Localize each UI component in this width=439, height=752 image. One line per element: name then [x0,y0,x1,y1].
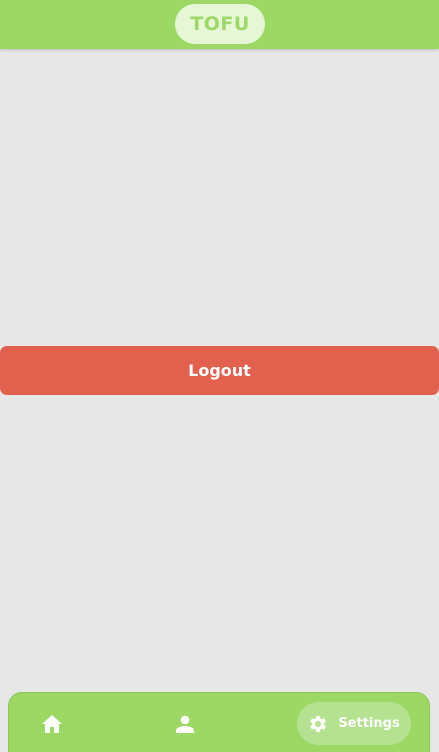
gear-icon [308,714,328,734]
nav-item-settings-label: Settings [338,716,400,731]
bottom-navigation: Settings [8,692,430,752]
app-root: TOFU Logout Settings [0,0,439,752]
nav-item-home[interactable] [31,702,73,745]
person-icon [176,715,194,733]
logout-button[interactable]: Logout [0,346,439,395]
nav-item-settings[interactable]: Settings [297,702,411,745]
nav-item-profile[interactable] [164,702,206,745]
top-app-bar: TOFU [0,0,439,49]
app-logo: TOFU [175,4,265,44]
home-icon [42,714,62,733]
app-logo-text: TOFU [190,13,250,35]
